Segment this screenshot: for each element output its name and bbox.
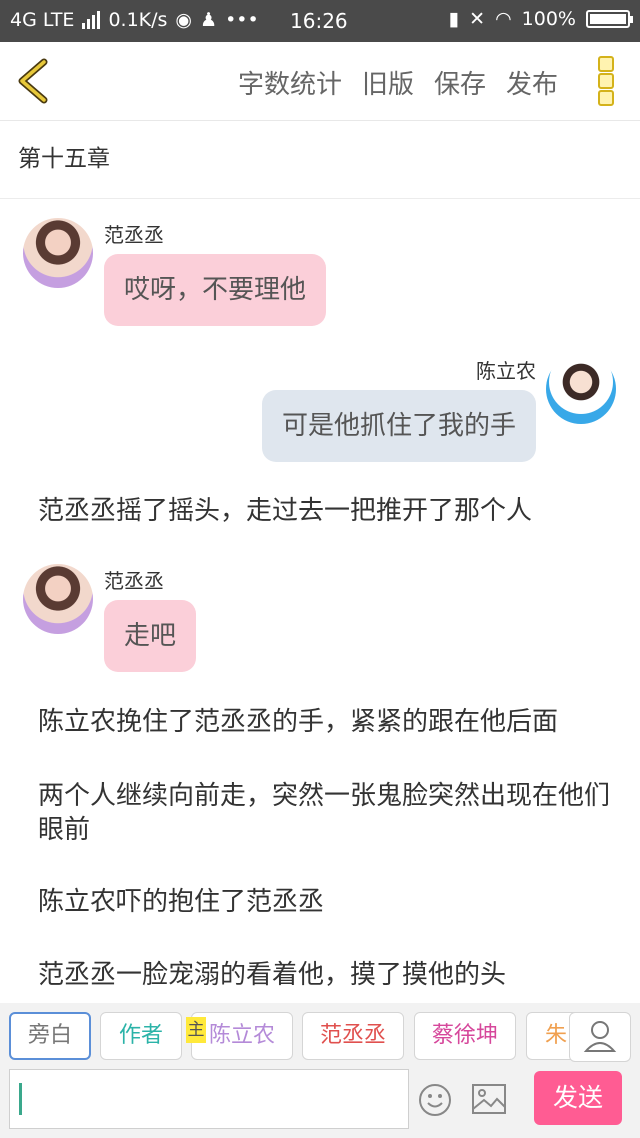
add-role-button[interactable]: [569, 1012, 631, 1062]
role-chip-cai[interactable]: 蔡徐坤: [414, 1012, 516, 1060]
avatar-fan[interactable]: [23, 218, 93, 288]
back-chevron-icon[interactable]: [14, 58, 54, 104]
narration-text[interactable]: 陈立农吓的抱住了范丞丞: [38, 885, 613, 919]
battery-percent: 100%: [521, 8, 576, 30]
battery-icon: [586, 10, 633, 28]
role-chip-chen[interactable]: 陈立农: [191, 1012, 293, 1060]
protagonist-tag: 主: [186, 1017, 206, 1043]
editor-header: 字数统计 旧版 保存 发布: [0, 42, 640, 121]
narration-text[interactable]: 陈立农挽住了范丞丞的手，紧紧的跟在他后面: [38, 705, 613, 739]
role-selector-bar: 旁白 作者 陈立农 主 范丞丞 蔡徐坤 朱: [0, 1003, 640, 1069]
more-menu-icon[interactable]: [598, 56, 614, 106]
qq-icon: ♟: [200, 9, 218, 31]
speaker-name: 陈立农: [476, 359, 536, 383]
send-button[interactable]: 发送: [534, 1071, 622, 1125]
role-chip-narrator[interactable]: 旁白: [9, 1012, 91, 1060]
speaker-name: 范丞丞: [104, 569, 164, 593]
narration-text[interactable]: 范丞丞一脸宠溺的看着他，摸了摸他的头: [38, 958, 613, 992]
chat-bubble[interactable]: 哎呀，不要理他: [104, 254, 327, 326]
speaker-name: 范丞丞: [104, 223, 164, 247]
more-notifications-icon: •••: [225, 9, 259, 31]
status-bar: 4G LTE 0.1K/s ◉ ♟ ••• 16:26 ▮ ✕ ◠ 100%: [0, 0, 640, 42]
mute-icon: ✕: [469, 8, 486, 30]
chat-bubble[interactable]: 可是他抓住了我的手: [261, 390, 536, 462]
avatar-chen[interactable]: [546, 354, 616, 424]
emoji-icon[interactable]: [418, 1083, 452, 1117]
network-speed: 0.1K/s: [108, 9, 168, 31]
clock: 16:26: [290, 9, 348, 33]
role-chip-fan[interactable]: 范丞丞: [302, 1012, 404, 1060]
avatar-fan[interactable]: [23, 564, 93, 634]
user-icon: [583, 1021, 617, 1052]
input-bar: 发送: [0, 1069, 640, 1138]
old-version-button[interactable]: 旧版: [362, 64, 414, 101]
weibo-icon: ◉: [175, 9, 193, 31]
word-count-button[interactable]: 字数统计: [238, 64, 342, 101]
chapter-title: 第十五章: [18, 146, 110, 172]
signal-icon: [82, 11, 101, 29]
save-button[interactable]: 保存: [434, 64, 486, 101]
charging-icon: ▮: [448, 8, 460, 30]
network-label: 4G LTE: [10, 9, 75, 31]
text-caret: [19, 1083, 22, 1115]
message-input[interactable]: [9, 1069, 409, 1129]
publish-button[interactable]: 发布: [506, 64, 558, 101]
image-icon[interactable]: [471, 1083, 507, 1115]
chat-bubble[interactable]: 走吧: [104, 600, 197, 672]
role-chip-author[interactable]: 作者: [100, 1012, 182, 1060]
narration-text[interactable]: 两个人继续向前走，突然一张鬼脸突然出现在他们眼前: [38, 779, 613, 847]
chapter-title-row[interactable]: 第十五章: [0, 121, 640, 199]
narration-text[interactable]: 范丞丞摇了摇头，走过去一把推开了那个人: [38, 494, 613, 528]
wifi-icon: ◠: [495, 8, 512, 30]
